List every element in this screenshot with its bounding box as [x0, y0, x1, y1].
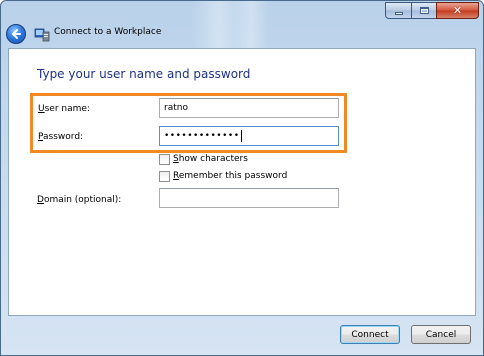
username-label-rest: ser name: [44, 104, 90, 114]
back-button[interactable] [6, 24, 26, 44]
password-label: Password: [38, 132, 83, 142]
glass-reflection [233, 1, 269, 49]
close-button[interactable]: ✕ [436, 2, 479, 19]
remember-password-checkbox[interactable] [159, 171, 170, 182]
password-mask: ••••••••••••• [164, 131, 240, 141]
username-label-mnemonic: U [38, 104, 45, 114]
username-field[interactable]: ratno [159, 98, 339, 118]
show-characters-label-rest: how characters [178, 154, 248, 164]
close-icon: ✕ [452, 4, 463, 17]
minimize-button[interactable] [385, 2, 411, 19]
remember-password-label-rest: emember this password [178, 171, 288, 181]
page-heading: Type your user name and password [37, 67, 251, 81]
maximize-button[interactable] [411, 2, 436, 19]
domain-field[interactable] [159, 188, 339, 208]
domain-label-mnemonic: D [37, 195, 44, 205]
dialog-footer: Connect Cancel [1, 316, 483, 356]
domain-label: Domain (optional): [37, 195, 121, 205]
maximize-icon [419, 7, 429, 14]
cancel-button[interactable]: Cancel [411, 325, 471, 344]
dialog-content: Type your user name and password User na… [8, 48, 476, 316]
password-field[interactable]: ••••••••••••• [159, 126, 339, 146]
text-caret [240, 129, 242, 142]
minimize-icon [394, 12, 403, 15]
remember-password-label[interactable]: Remember this password [173, 171, 287, 181]
window-controls: ✕ [385, 2, 479, 19]
window-title: Connect to a Workplace [54, 27, 162, 37]
show-characters-checkbox[interactable] [159, 154, 170, 165]
domain-label-rest: omain (optional): [43, 195, 122, 205]
network-connection-icon [34, 28, 50, 42]
show-characters-label[interactable]: Show characters [173, 154, 248, 164]
dialog-window: ✕ Connect to a Workplace Type your user … [0, 0, 484, 356]
back-arrow-icon [12, 29, 21, 39]
password-label-rest: assword: [43, 132, 84, 142]
connect-button[interactable]: Connect [340, 325, 400, 344]
username-label: User name: [38, 104, 90, 114]
